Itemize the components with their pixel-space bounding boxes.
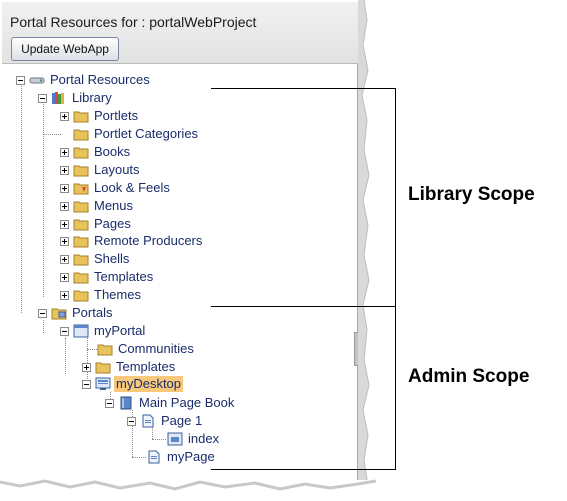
folder-icon: [73, 111, 89, 123]
admin-scope-bracket: [211, 305, 396, 470]
panel-header: Portal Resources for : portalWebProject …: [2, 2, 358, 64]
resources-icon: [29, 77, 45, 84]
collapse-toggle[interactable]: [127, 416, 136, 426]
tree-node-label: Templates: [94, 269, 154, 284]
collapse-toggle[interactable]: [60, 326, 69, 336]
tree-node-portlets[interactable]: Portlets: [60, 108, 140, 124]
portlet-icon: [167, 432, 183, 446]
tree-node-label: Layouts: [94, 162, 140, 177]
expand-toggle[interactable]: [60, 201, 69, 211]
expand-toggle[interactable]: [60, 183, 69, 193]
tree-node-books[interactable]: Books: [60, 144, 132, 160]
tree-node-label: Library: [72, 90, 112, 105]
tree-node-myportal[interactable]: myPortal: [60, 323, 147, 339]
collapse-toggle[interactable]: [105, 398, 114, 408]
desktop-icon: [95, 377, 111, 390]
tree-node-portal-resources[interactable]: Portal Resources: [16, 72, 152, 88]
collapse-toggle[interactable]: [38, 308, 47, 318]
expand-toggle[interactable]: [60, 111, 69, 121]
tree-node-label: myDesktop: [114, 376, 184, 392]
tree-node-mypage[interactable]: myPage: [146, 449, 217, 465]
tree-node-label: Shells: [94, 251, 130, 266]
tree-node-portals[interactable]: Portals: [38, 305, 114, 321]
expand-toggle[interactable]: [82, 362, 91, 372]
portal-icon: [73, 324, 89, 338]
tree-node-look-and-feels[interactable]: Look & Feels: [60, 180, 172, 196]
tree-node-label: myPortal: [94, 323, 146, 338]
tree-node-shells[interactable]: Shells: [60, 251, 131, 267]
tree-node-menus[interactable]: Menus: [60, 198, 135, 214]
library-scope-label: Library Scope: [408, 184, 535, 205]
page-icon: [142, 414, 154, 428]
tree-node-label: Communities: [118, 341, 194, 356]
library-scope-bracket: [211, 88, 396, 307]
tree-node-label: Themes: [94, 287, 141, 302]
folder-icon: [73, 147, 89, 159]
tree-node-templates-portal[interactable]: Templates: [82, 359, 177, 375]
tree-node-label: Pages: [94, 216, 131, 231]
tree-node-label: Portlet Categories: [94, 126, 199, 141]
panel-title: Portal Resources for : portalWebProject: [10, 14, 257, 30]
folder-icon: [73, 165, 89, 177]
folder-icon: [73, 219, 89, 231]
collapse-toggle[interactable]: [16, 75, 25, 85]
folder-icon: [73, 129, 89, 141]
expand-toggle[interactable]: [60, 219, 69, 229]
admin-scope-label: Admin Scope: [408, 366, 530, 387]
tree-node-layouts[interactable]: Layouts: [60, 162, 142, 178]
folder-icon: [73, 201, 89, 213]
folder-icon: [73, 183, 89, 195]
tree-node-library[interactable]: Library: [38, 90, 114, 106]
folder-icon: [51, 308, 67, 320]
expand-toggle[interactable]: [60, 147, 69, 157]
expand-toggle[interactable]: [60, 290, 69, 300]
tree-node-label: Portlets: [94, 108, 139, 123]
torn-edge-bottom: [0, 479, 376, 491]
tree-node-label: Portal Resources: [50, 72, 150, 87]
tree-node-label: Templates: [116, 359, 176, 374]
expand-toggle[interactable]: [60, 236, 69, 246]
expand-toggle[interactable]: [60, 254, 69, 264]
collapse-toggle[interactable]: [38, 93, 47, 103]
tree-node-label: Remote Producers: [94, 233, 203, 248]
folder-icon: [73, 290, 89, 302]
tree-node-communities[interactable]: Communities: [97, 341, 196, 357]
tree-node-label: Page 1: [161, 413, 203, 428]
folder-icon: [73, 236, 89, 248]
library-books-icon: [52, 92, 64, 104]
tree-node-label: Books: [94, 144, 131, 159]
expand-toggle[interactable]: [60, 272, 69, 282]
page-icon: [148, 450, 160, 464]
tree-node-page-1[interactable]: Page 1: [127, 413, 204, 429]
folder-icon: [95, 362, 111, 374]
tree-node-label: myPage: [167, 449, 215, 464]
folder-icon: [73, 272, 89, 284]
tree-node-label: Portals: [72, 305, 113, 320]
tree-node-label: Look & Feels: [94, 180, 170, 195]
expand-toggle[interactable]: [60, 165, 69, 175]
folder-icon: [73, 254, 89, 266]
book-icon: [120, 396, 132, 410]
tree-node-themes[interactable]: Themes: [60, 287, 143, 303]
tree-node-mydesktop[interactable]: myDesktop: [82, 376, 184, 392]
tree-node-label: Menus: [94, 198, 134, 213]
update-webapp-button[interactable]: Update WebApp: [11, 37, 119, 61]
tree-node-templates-library[interactable]: Templates: [60, 269, 155, 285]
tree-node-portlet-categories[interactable]: Portlet Categories: [73, 126, 200, 142]
collapse-toggle[interactable]: [82, 379, 91, 389]
tree-node-remote-producers[interactable]: Remote Producers: [60, 233, 204, 249]
tree-node-pages[interactable]: Pages: [60, 216, 133, 232]
folder-icon: [97, 344, 113, 356]
